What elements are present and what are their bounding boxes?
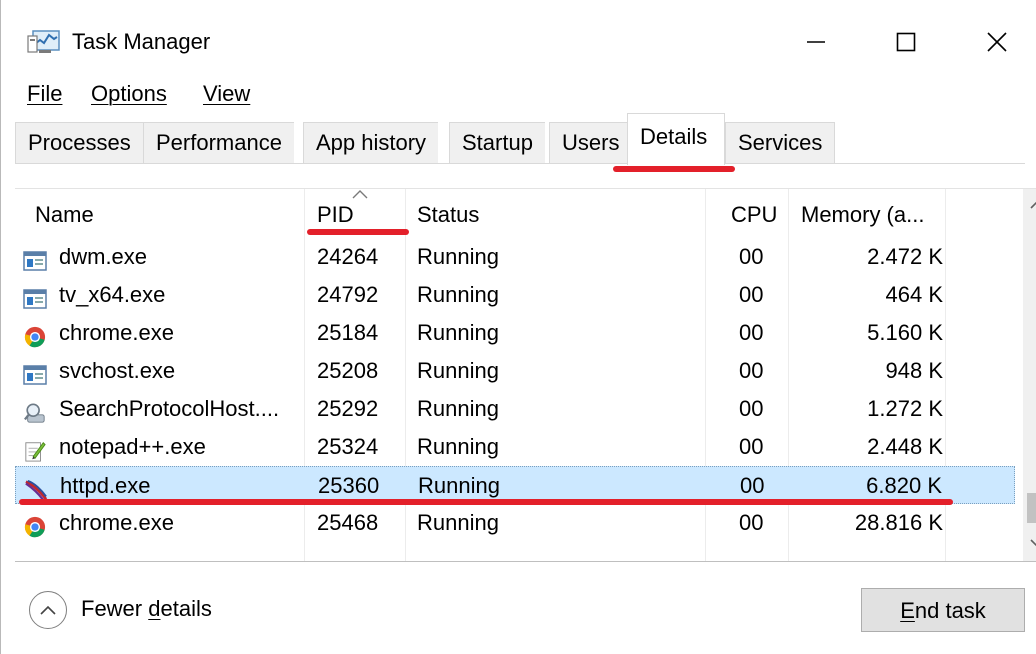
end-task-label-suffix: nd task — [914, 598, 986, 623]
fewer-details-button[interactable] — [29, 591, 67, 629]
annotation-underline-details — [613, 166, 735, 172]
process-cpu: 00 — [739, 282, 764, 307]
footer: Fewer details End task — [1, 563, 1036, 654]
minimize-button[interactable] — [791, 22, 841, 62]
maximize-button[interactable] — [881, 22, 931, 62]
tab-performance[interactable]: Performance — [143, 122, 294, 164]
tab-bar: Processes Performance App history Startu… — [15, 113, 1025, 165]
process-pid: 25208 — [317, 358, 379, 383]
tab-details[interactable]: Details — [627, 113, 725, 165]
process-cpu: 00 — [739, 320, 764, 345]
chevron-up-icon — [40, 605, 56, 615]
process-status: Running — [417, 396, 499, 421]
tab-services[interactable]: Services — [725, 122, 836, 164]
notepad-plus-plus-icon — [23, 436, 47, 462]
fewer-details-link[interactable]: Fewer details — [81, 595, 212, 623]
process-memory: 948 K — [885, 358, 944, 383]
process-table: Name PID Status CPU Memory (a... dwm.exe… — [15, 188, 1036, 562]
column-header-cpu[interactable]: CPU — [731, 201, 777, 229]
vertical-scrollbar[interactable] — [1023, 189, 1036, 561]
process-cpu: 00 — [739, 244, 764, 269]
scroll-thumb[interactable] — [1027, 493, 1036, 523]
process-pid: 25468 — [317, 510, 379, 535]
tab-app-history[interactable]: App history — [303, 122, 439, 164]
process-memory: 1.272 K — [867, 396, 943, 421]
column-header-status[interactable]: Status — [417, 201, 479, 229]
app-window-icon — [23, 284, 47, 309]
app-window-icon — [23, 246, 47, 271]
process-name: tv_x64.exe — [59, 282, 166, 307]
chrome-icon — [23, 512, 47, 538]
task-manager-window: Task Manager File Options View Processes… — [0, 0, 1036, 654]
app-window-icon — [23, 360, 47, 385]
process-pid: 25292 — [317, 396, 379, 421]
table-row[interactable]: svchost.exe 25208 Running 00 948 K — [15, 352, 1015, 390]
process-memory: 464 K — [885, 282, 944, 307]
chevron-up-icon — [1030, 201, 1036, 209]
process-memory: 5.160 K — [867, 320, 943, 345]
menu-bar: File Options View — [1, 74, 1036, 112]
column-header-memory[interactable]: Memory (a... — [801, 201, 924, 229]
window-title: Task Manager — [72, 29, 211, 54]
process-status: Running — [417, 358, 499, 383]
menu-view[interactable]: View — [203, 80, 250, 108]
tab-startup[interactable]: Startup — [449, 122, 545, 164]
chevron-down-icon — [1030, 539, 1036, 547]
process-status: Running — [417, 282, 499, 307]
process-cpu: 00 — [739, 358, 764, 383]
table-row[interactable]: dwm.exe 24264 Running 00 2.472 K — [15, 238, 1015, 276]
process-name: chrome.exe — [59, 510, 174, 535]
table-header: Name PID Status CPU Memory (a... — [15, 189, 1015, 239]
annotation-underline-httpd-row — [19, 499, 953, 505]
table-row[interactable]: SearchProtocolHost.... 25292 Running 00 … — [15, 390, 1015, 428]
tab-processes[interactable]: Processes — [15, 122, 143, 164]
task-manager-icon — [27, 28, 61, 56]
search-protocol-icon — [23, 398, 47, 423]
close-icon — [987, 32, 1007, 52]
chrome-icon — [23, 322, 47, 348]
column-header-pid[interactable]: PID — [317, 201, 354, 229]
process-pid: 24792 — [317, 282, 379, 307]
scroll-down-button[interactable] — [1023, 529, 1036, 557]
scroll-up-button[interactable] — [1023, 191, 1036, 219]
end-task-accelerator: E — [900, 598, 915, 623]
menu-options[interactable]: Options — [91, 80, 167, 108]
tab-users[interactable]: Users — [549, 122, 632, 164]
process-cpu: 00 — [739, 434, 764, 459]
process-status: Running — [417, 510, 499, 535]
table-row[interactable]: chrome.exe 25184 Running 00 5.160 K — [15, 314, 1015, 352]
process-memory: 2.448 K — [867, 434, 943, 459]
process-memory: 2.472 K — [867, 244, 943, 269]
fewer-details-accelerator: d — [148, 596, 161, 621]
maximize-icon — [896, 32, 916, 52]
process-pid: 24264 — [317, 244, 379, 269]
process-name: svchost.exe — [59, 358, 176, 383]
table-row[interactable]: notepad++.exe 25324 Running 00 2.448 K — [15, 428, 1015, 466]
table-row[interactable]: tv_x64.exe 24792 Running 00 464 K — [15, 276, 1015, 314]
process-status: Running — [417, 244, 499, 269]
fewer-details-label-suffix: etails — [160, 596, 212, 621]
sort-ascending-icon — [352, 190, 368, 199]
process-cpu: 00 — [739, 510, 764, 535]
process-name: notepad++.exe — [59, 434, 206, 459]
process-pid: 25324 — [317, 434, 379, 459]
menu-file[interactable]: File — [27, 80, 62, 108]
process-name: dwm.exe — [59, 244, 148, 269]
process-name: SearchProtocolHost.... — [59, 396, 280, 421]
process-pid: 25184 — [317, 320, 379, 345]
title-bar: Task Manager — [1, 0, 1036, 72]
close-button[interactable] — [972, 22, 1022, 62]
process-status: Running — [417, 434, 499, 459]
table-row[interactable]: chrome.exe 25468 Running 00 28.816 K — [15, 504, 1015, 542]
fewer-details-label-prefix: Fewer — [81, 596, 149, 621]
process-status: Running — [417, 320, 499, 345]
end-task-button[interactable]: End task — [861, 588, 1025, 632]
column-header-name[interactable]: Name — [35, 201, 94, 229]
process-name: chrome.exe — [59, 320, 174, 345]
process-cpu: 00 — [739, 396, 764, 421]
process-memory: 28.816 K — [854, 510, 943, 535]
annotation-underline-pid — [307, 229, 409, 235]
minimize-icon — [807, 41, 825, 43]
apache-feather-icon — [24, 475, 48, 501]
